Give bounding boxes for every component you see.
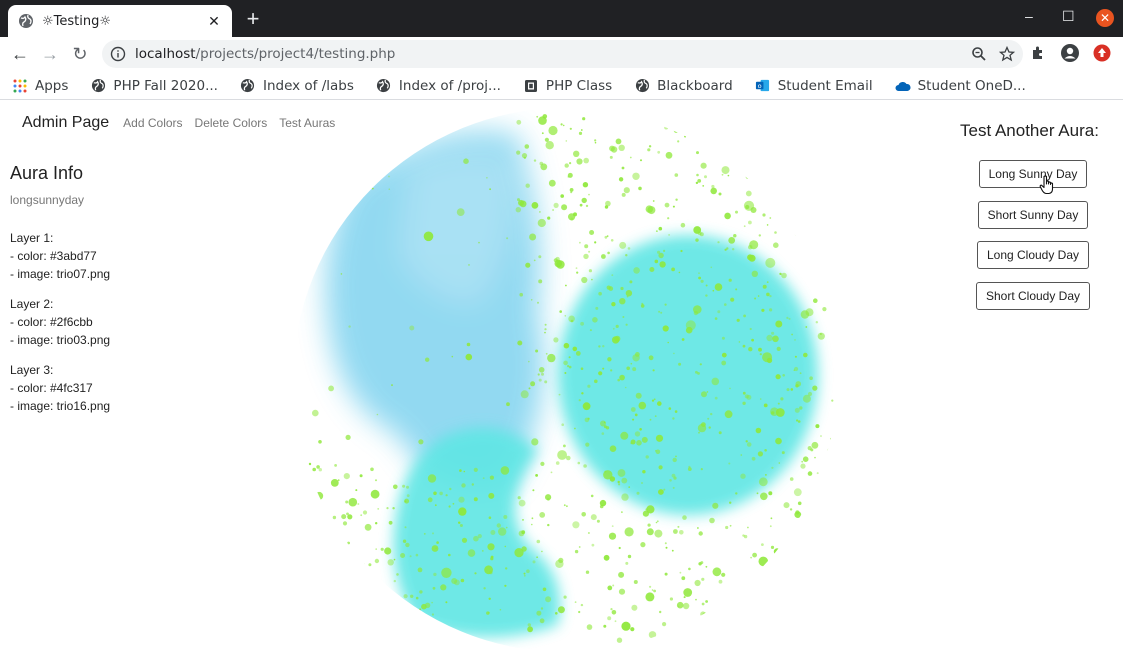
bookmarks-bar: Apps PHP Fall 2020... Index of /labs Ind… — [0, 72, 1123, 100]
tab-title: ☼Testing☼ — [42, 13, 112, 29]
bookmark-label: Index of /proj... — [398, 77, 501, 94]
bookmark-label: Index of /labs — [262, 77, 354, 94]
tab-strip: ☼Testing☼ ✕ + – ☐ ✕ — [0, 0, 1123, 37]
layer-title: Layer 1: — [10, 231, 54, 245]
bookmark-label: PHP Fall 2020... — [113, 77, 218, 94]
bookmark-label: Blackboard — [657, 77, 733, 94]
bookmark-blackboard[interactable]: Blackboard — [634, 78, 733, 94]
long-sunny-day-button[interactable]: Long Sunny Day — [979, 160, 1087, 188]
zoom-icon[interactable] — [971, 46, 987, 62]
browser-toolbar: ← → ↻ localhost/projects/project4/testin… — [0, 37, 1123, 72]
layer-color: - color: #3abd77 — [10, 249, 97, 263]
globe-icon — [634, 78, 650, 94]
bookmark-label: Apps — [35, 77, 69, 94]
nav-link-add-colors[interactable]: Add Colors — [123, 116, 182, 130]
globe-icon — [240, 78, 256, 94]
aura-slug: longsunnyday — [10, 193, 85, 207]
layer-info: Layer 3: - color: #4fc317 - image: trio1… — [10, 361, 210, 415]
short-cloudy-day-button[interactable]: Short Cloudy Day — [976, 282, 1090, 310]
profile-icon[interactable] — [1059, 42, 1081, 64]
layer-title: Layer 3: — [10, 363, 54, 377]
hand-cursor-icon — [1039, 175, 1054, 195]
apps-grid-icon — [12, 78, 28, 94]
globe-icon — [90, 78, 106, 94]
test-aura-panel: Test Another Aura: — [960, 121, 1110, 141]
page-content: Admin Page Add Colors Delete Colors Test… — [0, 101, 1123, 650]
svg-text:o: o — [758, 82, 762, 90]
extensions-icon[interactable] — [1027, 42, 1049, 64]
bookmark-star-icon[interactable] — [999, 46, 1015, 62]
bookmark-student-onedrive[interactable]: Student OneD... — [895, 78, 1026, 94]
document-icon — [523, 78, 539, 94]
tab-close-icon[interactable]: ✕ — [206, 13, 222, 30]
bookmark-apps[interactable]: Apps — [12, 78, 68, 94]
bookmark-label: Student OneD... — [917, 77, 1026, 94]
bookmark-student-email[interactable]: o Student Email — [755, 78, 873, 94]
address-bar[interactable]: localhost/projects/project4/testing.php — [102, 40, 1023, 68]
nav-brand[interactable]: Admin Page — [22, 114, 109, 132]
maximize-icon[interactable]: ☐ — [1062, 8, 1075, 25]
nav-link-delete-colors[interactable]: Delete Colors — [195, 116, 268, 130]
layer-title: Layer 2: — [10, 297, 54, 311]
aura-image — [293, 109, 837, 643]
cloud-icon — [895, 78, 911, 94]
bookmark-php-fall[interactable]: PHP Fall 2020... — [90, 78, 218, 94]
layer-info: Layer 2: - color: #2f6cbb - image: trio0… — [10, 295, 210, 349]
bookmark-index-proj[interactable]: Index of /proj... — [376, 78, 501, 94]
minimize-icon[interactable]: – — [1025, 8, 1033, 24]
bookmark-label: PHP Class — [545, 77, 613, 94]
extension-red-icon[interactable] — [1091, 42, 1113, 64]
test-aura-heading: Test Another Aura: — [960, 121, 1099, 140]
bookmark-php-class[interactable]: PHP Class — [523, 78, 612, 94]
aura-info-panel: Aura Info longsunnyday Layer 1: - color:… — [10, 163, 210, 415]
layer-color: - color: #2f6cbb — [10, 315, 93, 329]
layer-color: - color: #4fc317 — [10, 381, 93, 395]
layer-image: - image: trio03.png — [10, 333, 111, 347]
new-tab-button[interactable]: + — [242, 8, 264, 30]
aura-info-heading: Aura Info — [10, 163, 84, 183]
layer-image: - image: trio07.png — [10, 267, 111, 281]
bookmark-index-labs[interactable]: Index of /labs — [240, 78, 354, 94]
globe-icon — [376, 78, 392, 94]
reload-button[interactable]: ↻ — [65, 44, 95, 65]
forward-button[interactable]: → — [35, 44, 65, 65]
outlook-icon: o — [755, 78, 771, 94]
back-button[interactable]: ← — [5, 44, 35, 65]
long-cloudy-day-button[interactable]: Long Cloudy Day — [977, 241, 1089, 269]
bookmark-label: Student Email — [777, 77, 873, 94]
layer-image: - image: trio16.png — [10, 399, 111, 413]
url-text: localhost/projects/project4/testing.php — [135, 46, 396, 62]
browser-tab[interactable]: ☼Testing☼ ✕ — [8, 5, 232, 37]
info-icon[interactable] — [110, 46, 126, 62]
layer-info: Layer 1: - color: #3abd77 - image: trio0… — [10, 229, 210, 283]
globe-icon — [19, 14, 33, 28]
window-close-icon[interactable]: ✕ — [1096, 9, 1114, 27]
short-sunny-day-button[interactable]: Short Sunny Day — [978, 201, 1088, 229]
